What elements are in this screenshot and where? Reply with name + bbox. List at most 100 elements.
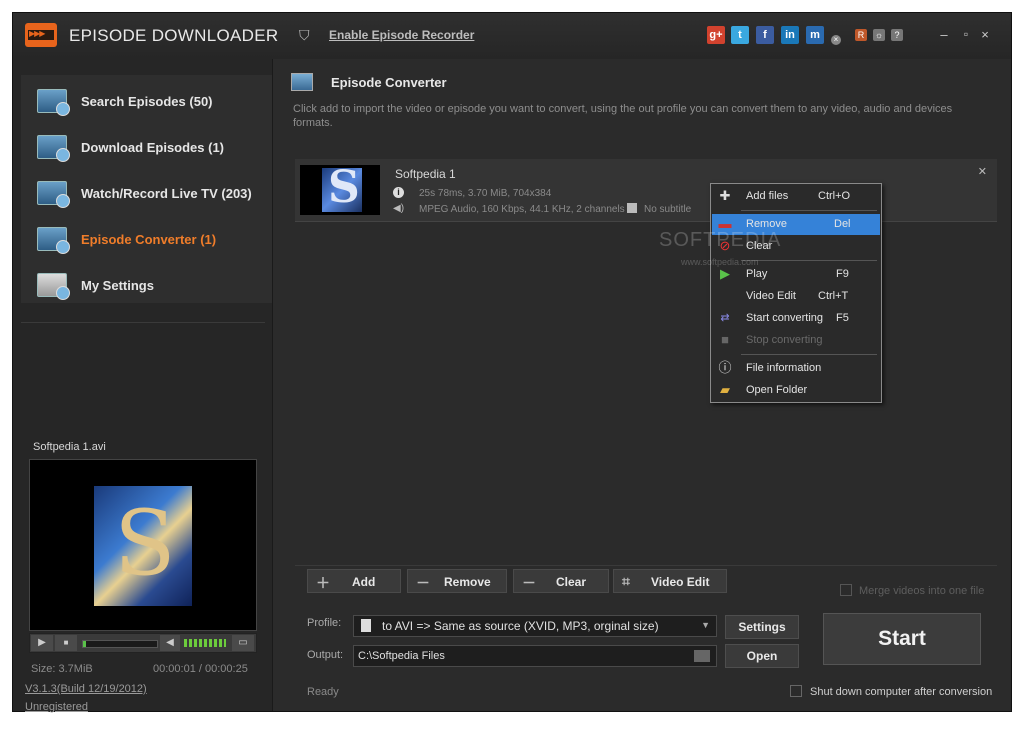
folder-icon: ▰ (720, 382, 730, 397)
sidebar-item-label: My Settings (81, 278, 154, 293)
volume-slider[interactable] (184, 639, 226, 647)
sidebar-item-episode-converter[interactable]: Episode Converter (1) (21, 217, 272, 263)
small-close-icon[interactable]: × (831, 35, 841, 45)
download-episodes-icon (37, 135, 70, 162)
minimize-button[interactable]: – (937, 27, 951, 42)
profile-label: Profile: (307, 617, 342, 629)
list-item[interactable]: S Softpedia 1 i 25s 78ms, 3.70 MiB, 704x… (295, 159, 997, 222)
version-link[interactable]: V3.1.3(Build 12/19/2012) (25, 683, 147, 695)
volume-icon[interactable]: ◀ (160, 635, 180, 651)
video-edit-icon (718, 289, 732, 303)
menu-item-stop-converting: ■ Stop converting (712, 330, 880, 351)
menu-item-play[interactable]: ▶ Play F9 (712, 264, 880, 285)
registration-link[interactable]: Unregistered (25, 701, 88, 713)
seek-slider[interactable] (82, 640, 158, 648)
sidebar-item-download-episodes[interactable]: Download Episodes (1) (21, 125, 272, 171)
audio-icon: ◀) (393, 203, 405, 214)
clear-button[interactable]: － Clear (513, 569, 609, 593)
add-button[interactable]: ＋ Add (307, 569, 401, 593)
search-episodes-icon (37, 89, 70, 116)
play-icon[interactable]: ▶ (31, 635, 53, 651)
subtitle-icon (627, 203, 637, 213)
menu-item-add-files[interactable]: ✚ Add files Ctrl+O (712, 186, 880, 207)
stop-icon: ■ (721, 332, 729, 347)
sidebar-item-my-settings[interactable]: My Settings (21, 263, 272, 309)
sidebar-nav: Search Episodes (50) Download Episodes (… (21, 75, 272, 303)
preview-thumbnail: S (94, 486, 192, 606)
watermark: SOFTPEDIA (659, 229, 782, 251)
remove-file-icon[interactable]: ✕ (978, 165, 987, 178)
play-icon: ▶ (720, 266, 730, 281)
facebook-icon[interactable]: f (756, 26, 774, 44)
player-controls: ▶ ■ ◀ ▭ (29, 633, 257, 653)
crop-icon: ⌗ (622, 573, 630, 589)
sidebar-item-watch-record-tv[interactable]: Watch/Record Live TV (203) (21, 171, 272, 217)
page-description: Click add to import the video or episode… (293, 103, 953, 129)
linkedin-icon[interactable]: in (781, 26, 799, 44)
twitter-icon[interactable]: t (731, 26, 749, 44)
title-bar: EPISODE DOWNLOADER ⛉ Enable Episode Reco… (13, 13, 1011, 59)
info-icon: ⓘ (718, 360, 732, 375)
stop-icon[interactable]: ■ (55, 635, 77, 651)
plus-icon: ＋ (316, 575, 330, 591)
preview-file-name: Softpedia 1.avi (33, 441, 106, 453)
toolbar-divider (295, 565, 997, 566)
sidebar-divider (21, 322, 265, 323)
file-name: Softpedia 1 (395, 167, 456, 181)
video-info: 25s 78ms, 3.70 MiB, 704x384 (419, 188, 552, 199)
page-title: Episode Converter (331, 75, 447, 90)
settings-gear-icon[interactable]: ☼ (873, 29, 885, 41)
file-list[interactable]: S Softpedia 1 i 25s 78ms, 3.70 MiB, 704x… (295, 159, 997, 559)
file-thumbnail: S (300, 162, 380, 215)
context-menu: ✚ Add files Ctrl+O ▬ Remove Del ⊘ Clear ▶ … (710, 183, 882, 403)
help-icon[interactable]: ? (891, 29, 903, 41)
watermark-url: www.softpedia.com (681, 257, 759, 267)
sidebar-item-label: Search Episodes (50) (81, 94, 213, 109)
video-preview[interactable]: S (29, 459, 257, 631)
menu-item-open-folder[interactable]: ▰ Open Folder (712, 380, 880, 401)
minus-icon: － (416, 575, 430, 591)
settings-button[interactable]: Settings (725, 615, 799, 639)
merge-checkbox[interactable] (840, 584, 852, 596)
open-button[interactable]: Open (725, 644, 799, 668)
info-icon: i (393, 187, 404, 198)
shutdown-checkbox[interactable] (790, 685, 802, 697)
menu-item-file-information[interactable]: ⓘ File information (712, 358, 880, 379)
video-edit-button[interactable]: ⌗ Video Edit (613, 569, 727, 593)
sidebar-item-label: Watch/Record Live TV (203) (81, 186, 252, 201)
sidebar-item-label: Episode Converter (1) (81, 232, 217, 247)
playback-time: 00:00:01 / 00:00:25 (153, 663, 248, 675)
myspace-icon[interactable]: m (806, 26, 824, 44)
remove-button[interactable]: － Remove (407, 569, 507, 593)
subtitle-info: No subtitle (644, 204, 692, 215)
episode-converter-icon (37, 227, 70, 254)
sidebar-item-label: Download Episodes (1) (81, 140, 225, 155)
output-label: Output: (307, 649, 344, 661)
profile-select[interactable]: to AVI => Same as source (XVID, MP3, org… (353, 615, 717, 637)
folder-icon[interactable] (694, 650, 710, 662)
close-button[interactable]: × (978, 27, 992, 42)
episode-converter-icon (291, 73, 313, 91)
app-title: EPISODE DOWNLOADER (69, 26, 279, 45)
convert-arrows-icon: ⇄ (720, 312, 730, 324)
document-icon (361, 619, 371, 632)
menu-item-start-converting[interactable]: ⇄ Start converting F5 (712, 308, 880, 329)
maximize-button[interactable]: ▫ (959, 27, 973, 41)
my-settings-icon (37, 273, 70, 300)
enable-recorder-link[interactable]: Enable Episode Recorder (329, 28, 474, 42)
merge-label: Merge videos into one file (859, 585, 985, 597)
start-button[interactable]: Start (823, 613, 981, 665)
app-window: EPISODE DOWNLOADER ⛉ Enable Episode Reco… (12, 12, 1012, 713)
sidebar-item-search-episodes[interactable]: Search Episodes (50) (21, 79, 272, 125)
minus-icon: － (522, 575, 536, 591)
app-logo-icon (25, 23, 57, 47)
audio-info: MPEG Audio, 160 Kbps, 44.1 KHz, 2 channe… (419, 204, 625, 215)
sidebar: Search Episodes (50) Download Episodes (… (13, 59, 273, 713)
fullscreen-icon[interactable]: ▭ (232, 635, 254, 651)
output-path-field[interactable]: C:\Softpedia Files (353, 645, 717, 667)
menu-item-video-edit[interactable]: Video Edit Ctrl+T (712, 286, 880, 307)
plus-icon: ✚ (719, 188, 731, 203)
shutdown-label: Shut down computer after conversion (810, 686, 993, 698)
google-plus-icon[interactable]: g+ (707, 26, 725, 44)
register-icon[interactable]: R (855, 29, 867, 41)
